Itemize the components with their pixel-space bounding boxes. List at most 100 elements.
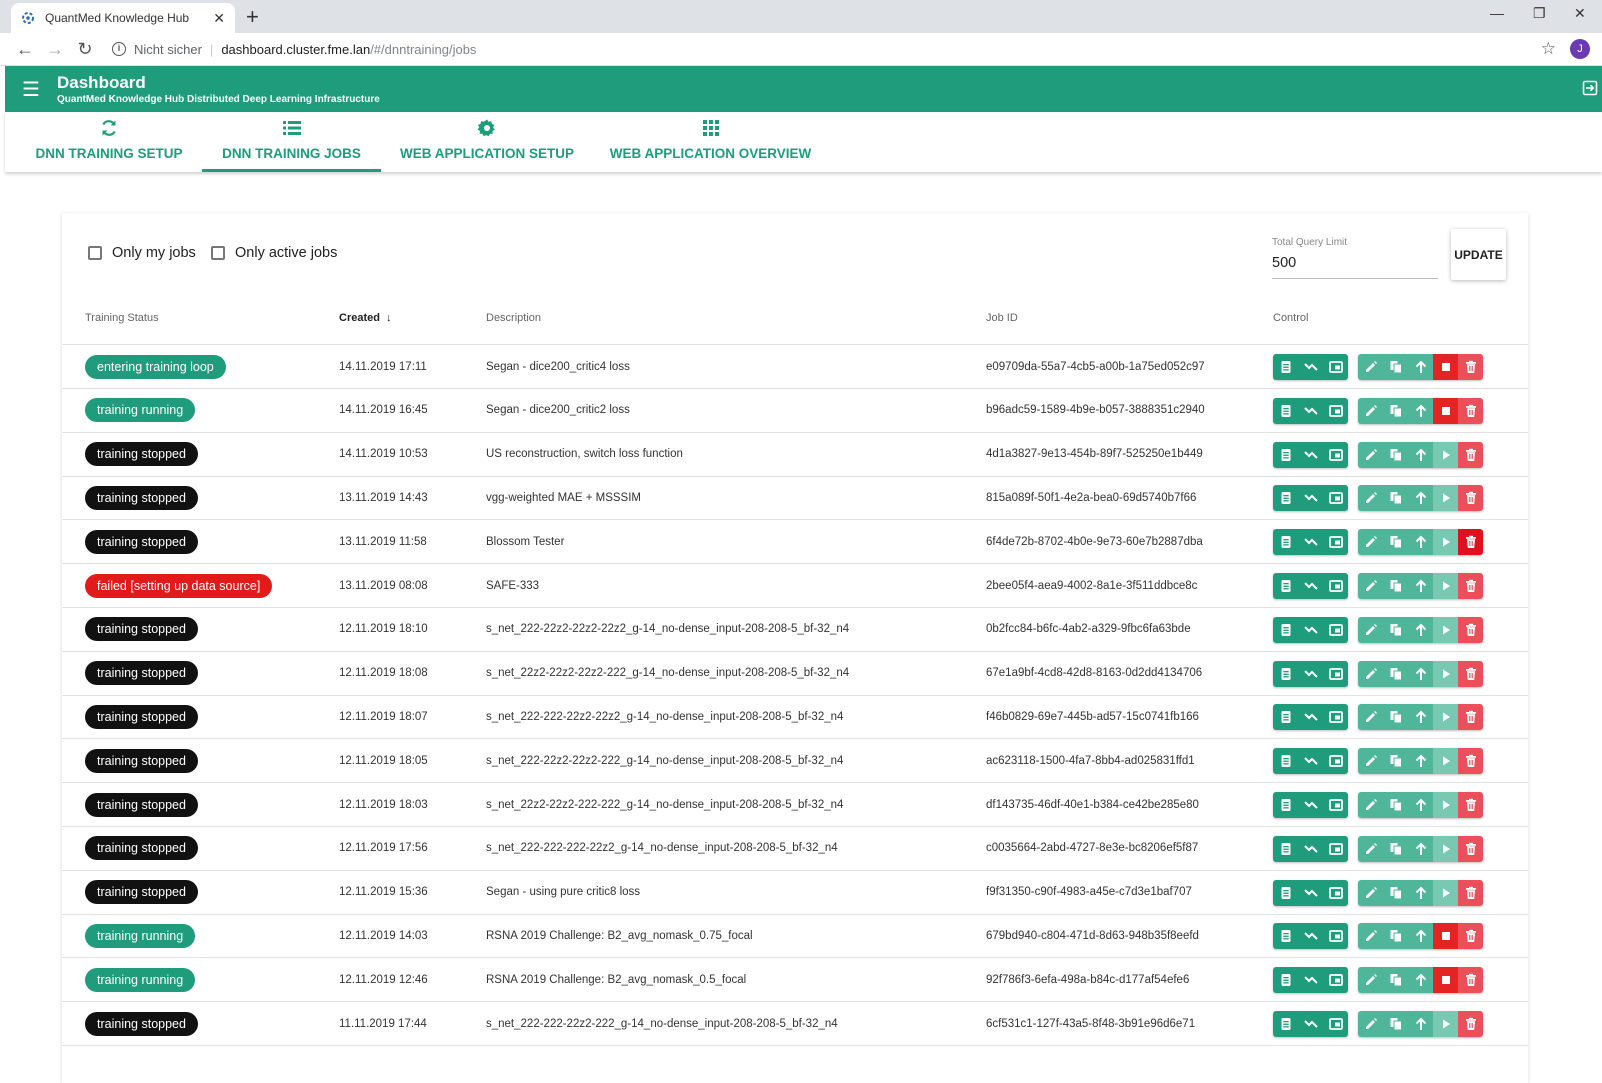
window-icon[interactable] xyxy=(1323,923,1348,950)
log-icon[interactable] xyxy=(1273,923,1298,950)
edit-icon[interactable] xyxy=(1358,529,1383,556)
edit-icon[interactable] xyxy=(1358,354,1383,380)
delete-icon[interactable] xyxy=(1458,835,1483,862)
play-icon[interactable] xyxy=(1433,879,1458,906)
log-icon[interactable] xyxy=(1273,529,1298,556)
upload-icon[interactable] xyxy=(1408,573,1433,599)
delete-icon[interactable] xyxy=(1458,485,1483,512)
log-icon[interactable] xyxy=(1273,485,1298,512)
edit-icon[interactable] xyxy=(1358,1011,1383,1037)
upload-icon[interactable] xyxy=(1408,616,1433,643)
edit-icon[interactable] xyxy=(1358,573,1383,599)
copy-icon[interactable] xyxy=(1383,354,1408,380)
stop-icon[interactable] xyxy=(1433,967,1458,994)
copy-icon[interactable] xyxy=(1383,441,1408,468)
window-icon[interactable] xyxy=(1323,441,1348,468)
upload-icon[interactable] xyxy=(1408,529,1433,556)
copy-icon[interactable] xyxy=(1383,573,1408,599)
log-icon[interactable] xyxy=(1273,397,1298,424)
delete-icon[interactable] xyxy=(1458,441,1483,468)
chart-icon[interactable] xyxy=(1298,1011,1323,1037)
copy-icon[interactable] xyxy=(1383,923,1408,950)
delete-icon[interactable] xyxy=(1458,792,1483,818)
chart-icon[interactable] xyxy=(1298,835,1323,862)
copy-icon[interactable] xyxy=(1383,1011,1408,1037)
chart-icon[interactable] xyxy=(1298,441,1323,468)
log-icon[interactable] xyxy=(1273,792,1298,818)
delete-icon[interactable] xyxy=(1458,397,1483,424)
play-icon[interactable] xyxy=(1433,1011,1458,1037)
tab-web-application-setup[interactable]: WEB APPLICATION SETUP xyxy=(400,112,574,172)
upload-icon[interactable] xyxy=(1408,967,1433,994)
window-close-icon[interactable]: ✕ xyxy=(1574,5,1586,22)
log-icon[interactable] xyxy=(1273,748,1298,775)
back-icon[interactable]: ← xyxy=(10,39,40,60)
window-icon[interactable] xyxy=(1323,835,1348,862)
window-icon[interactable] xyxy=(1323,573,1348,599)
play-icon[interactable] xyxy=(1433,835,1458,862)
only-my-jobs-checkbox[interactable]: Only my jobs xyxy=(88,245,196,261)
forward-icon[interactable]: → xyxy=(40,39,70,60)
delete-icon[interactable] xyxy=(1458,1011,1483,1037)
address-bar[interactable]: i Nicht sicher | dashboard.cluster.fme.l… xyxy=(112,42,1541,57)
edit-icon[interactable] xyxy=(1358,748,1383,775)
edit-icon[interactable] xyxy=(1358,616,1383,643)
chart-icon[interactable] xyxy=(1298,923,1323,950)
upload-icon[interactable] xyxy=(1408,792,1433,818)
window-icon[interactable] xyxy=(1323,660,1348,687)
minimize-icon[interactable]: — xyxy=(1490,5,1504,21)
window-icon[interactable] xyxy=(1323,792,1348,818)
play-icon[interactable] xyxy=(1433,660,1458,687)
log-icon[interactable] xyxy=(1273,616,1298,643)
play-icon[interactable] xyxy=(1433,616,1458,643)
log-icon[interactable] xyxy=(1273,967,1298,994)
log-icon[interactable] xyxy=(1273,1011,1298,1037)
window-icon[interactable] xyxy=(1323,354,1348,380)
chart-icon[interactable] xyxy=(1298,573,1323,599)
upload-icon[interactable] xyxy=(1408,1011,1433,1037)
info-icon[interactable]: i xyxy=(112,42,126,56)
window-icon[interactable] xyxy=(1323,485,1348,512)
browser-tab[interactable]: QuantMed Knowledge Hub ✕ xyxy=(11,3,235,33)
edit-icon[interactable] xyxy=(1358,704,1383,731)
edit-icon[interactable] xyxy=(1358,397,1383,424)
play-icon[interactable] xyxy=(1433,529,1458,556)
log-icon[interactable] xyxy=(1273,879,1298,906)
upload-icon[interactable] xyxy=(1408,441,1433,468)
delete-icon[interactable] xyxy=(1458,923,1483,950)
upload-icon[interactable] xyxy=(1408,748,1433,775)
play-icon[interactable] xyxy=(1433,748,1458,775)
delete-icon[interactable] xyxy=(1458,573,1483,599)
play-icon[interactable] xyxy=(1433,441,1458,468)
delete-icon[interactable] xyxy=(1458,354,1483,380)
delete-icon[interactable] xyxy=(1458,879,1483,906)
copy-icon[interactable] xyxy=(1383,485,1408,512)
upload-icon[interactable] xyxy=(1408,354,1433,380)
chart-icon[interactable] xyxy=(1298,616,1323,643)
delete-icon[interactable] xyxy=(1458,748,1483,775)
edit-icon[interactable] xyxy=(1358,660,1383,687)
copy-icon[interactable] xyxy=(1383,792,1408,818)
chart-icon[interactable] xyxy=(1298,967,1323,994)
log-icon[interactable] xyxy=(1273,354,1298,380)
checkbox-box[interactable] xyxy=(211,246,225,260)
window-icon[interactable] xyxy=(1323,1011,1348,1037)
upload-icon[interactable] xyxy=(1408,397,1433,424)
delete-icon[interactable] xyxy=(1458,529,1483,556)
edit-icon[interactable] xyxy=(1358,485,1383,512)
edit-icon[interactable] xyxy=(1358,441,1383,468)
chart-icon[interactable] xyxy=(1298,792,1323,818)
copy-icon[interactable] xyxy=(1383,660,1408,687)
chart-icon[interactable] xyxy=(1298,704,1323,731)
hamburger-menu-icon[interactable]: ☰ xyxy=(5,77,57,102)
copy-icon[interactable] xyxy=(1383,967,1408,994)
chart-icon[interactable] xyxy=(1298,879,1323,906)
column-header-created[interactable]: Created ↓ xyxy=(339,312,392,324)
edit-icon[interactable] xyxy=(1358,923,1383,950)
bookmark-star-icon[interactable]: ☆ xyxy=(1541,39,1556,59)
tab-dnn-training-jobs[interactable]: DNN TRAINING JOBS xyxy=(202,112,381,172)
new-tab-icon[interactable]: + xyxy=(246,5,259,29)
chart-icon[interactable] xyxy=(1298,529,1323,556)
chart-icon[interactable] xyxy=(1298,748,1323,775)
delete-icon[interactable] xyxy=(1458,660,1483,687)
